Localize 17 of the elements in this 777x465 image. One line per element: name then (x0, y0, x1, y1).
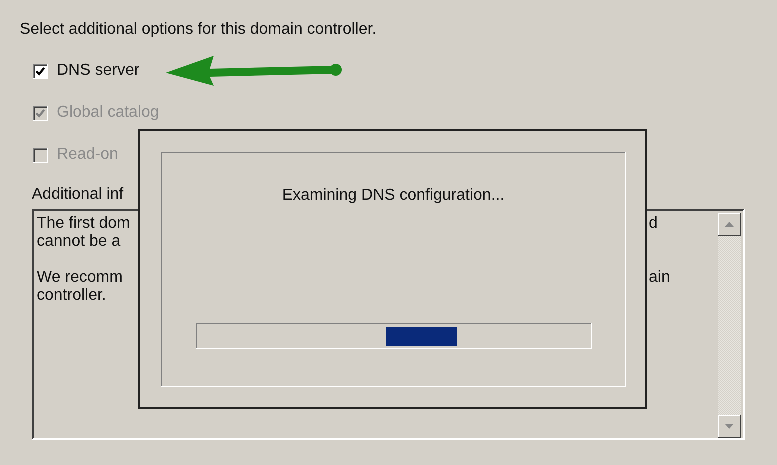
instruction-text: Select additional options for this domain controller. (20, 20, 378, 40)
checkbox[interactable] (33, 64, 48, 78)
info-text: controller. (37, 287, 108, 305)
up-triangle-icon (725, 222, 734, 227)
info-text: cannot be a (37, 233, 122, 251)
checkbox-label: Global catalog (57, 104, 160, 122)
info-text: The first dom (37, 215, 132, 233)
scroll-up-button[interactable] (718, 213, 741, 236)
checkbox-label: DNS server (57, 62, 140, 80)
info-text: ain (649, 269, 672, 287)
section-label: Additional inf (32, 185, 124, 205)
down-triangle-icon (725, 424, 734, 429)
checkbox-label: Read-on (57, 146, 118, 164)
scroll-down-button[interactable] (718, 415, 741, 438)
progress-message: Examining DNS configuration... (282, 186, 505, 206)
info-text: We recomm (37, 269, 124, 287)
info-text: d (649, 215, 659, 233)
